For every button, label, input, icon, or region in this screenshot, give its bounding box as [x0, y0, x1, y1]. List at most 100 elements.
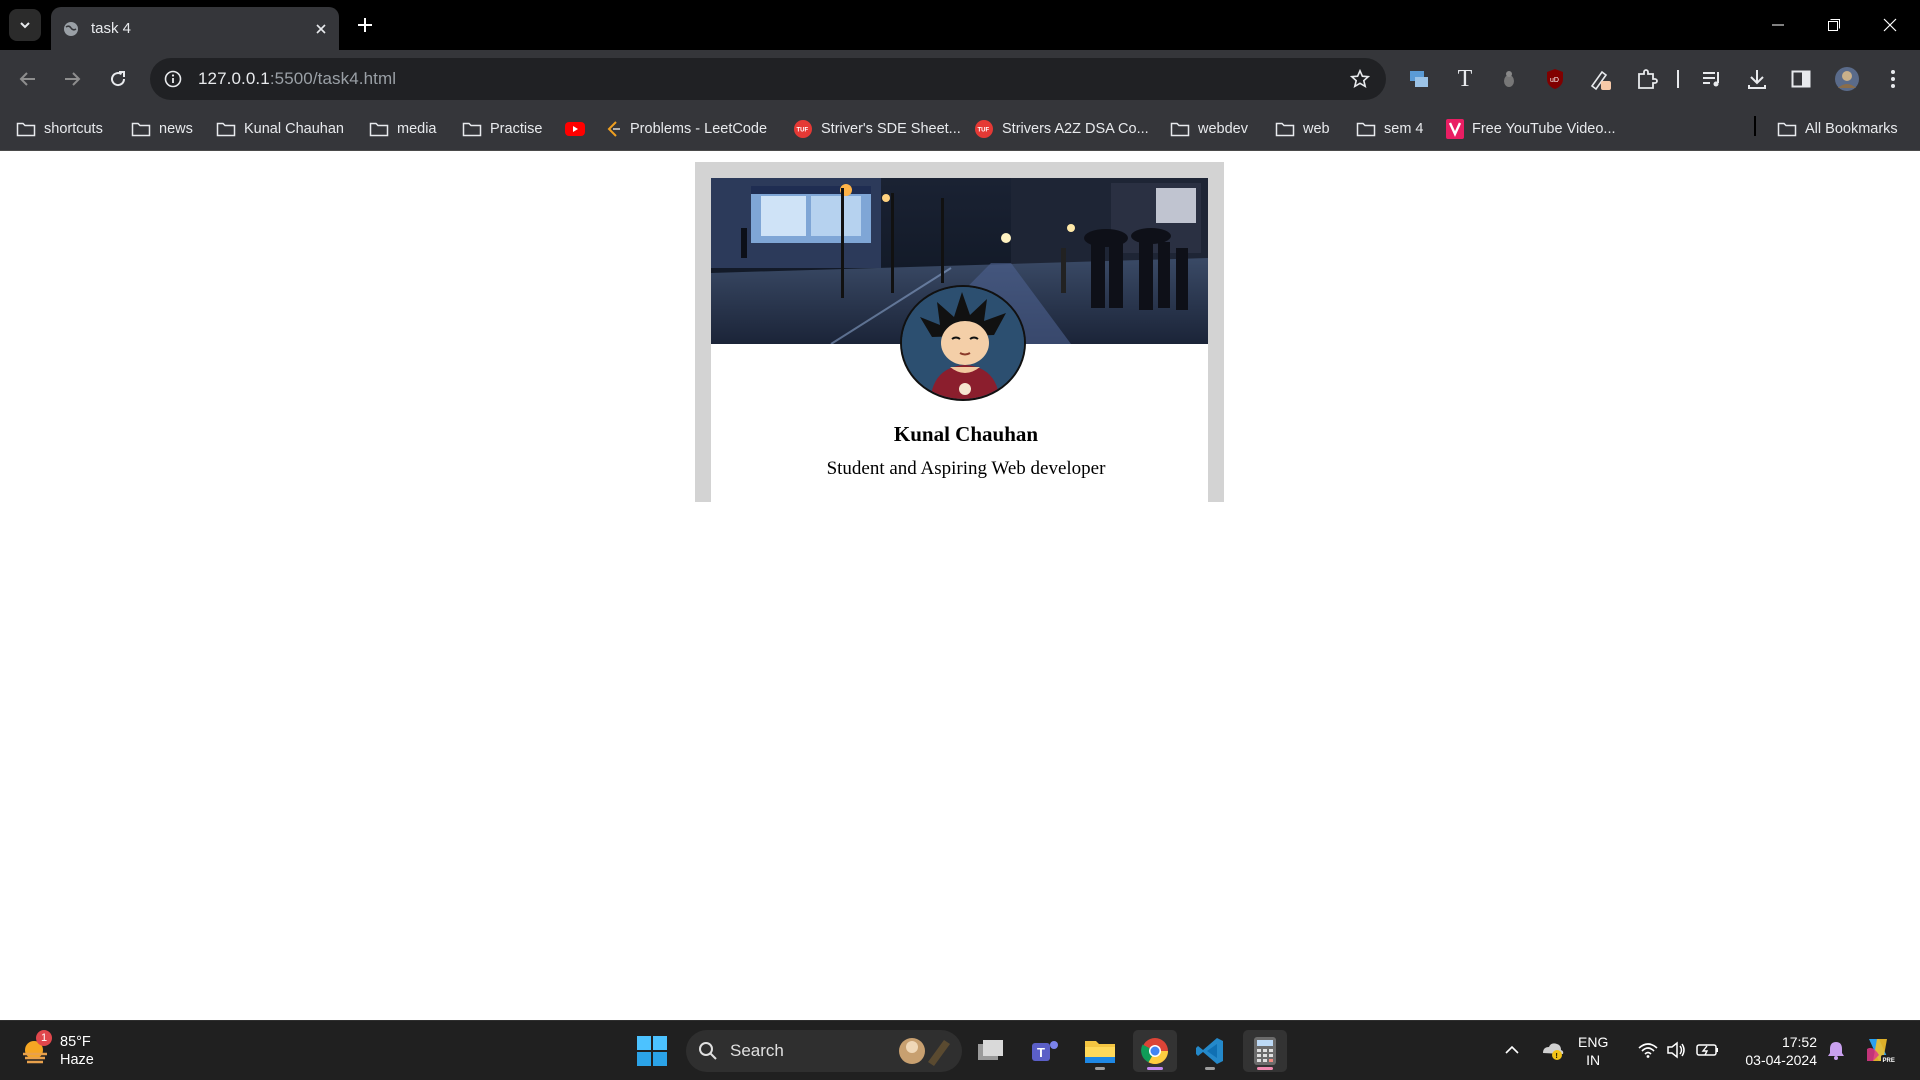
- windows-taskbar: 1 85°F Haze Search T ! ENG IN 17:52 03-0…: [0, 1020, 1920, 1080]
- bookmark-striver-a2z[interactable]: TUF Strivers A2Z DSA Co...: [974, 116, 1149, 142]
- folder-icon: [216, 122, 236, 137]
- taskbar-calculator[interactable]: [1243, 1030, 1287, 1072]
- queue-music-icon: [1703, 72, 1719, 87]
- avatar: [900, 285, 1026, 401]
- input-language-indicator[interactable]: ENG IN: [1578, 1033, 1608, 1069]
- bookmark-media[interactable]: media: [369, 116, 437, 142]
- close-icon[interactable]: [315, 23, 327, 35]
- volume-status[interactable]: [1664, 1035, 1688, 1065]
- teams-icon: T: [1032, 1041, 1058, 1061]
- profile-button[interactable]: [1832, 64, 1862, 94]
- bookmark-label: Problems - LeetCode: [630, 121, 768, 137]
- clock[interactable]: 17:52 03-04-2024: [1733, 1033, 1817, 1069]
- calculator-icon: [1254, 1037, 1276, 1065]
- profile-role: Student and Aspiring Web developer: [826, 458, 1106, 479]
- tuf-icon: TUF: [794, 120, 812, 138]
- download-icon: [1748, 70, 1766, 89]
- tab-task-4[interactable]: task 4: [51, 7, 339, 50]
- chevron-down-icon: [20, 22, 30, 29]
- active-indicator: [1257, 1067, 1273, 1070]
- bookmark-news[interactable]: news: [131, 116, 193, 142]
- site-info-icon[interactable]: [164, 70, 182, 88]
- bookmark-label: media: [397, 121, 437, 137]
- extension-ublock[interactable]: uD: [1540, 64, 1570, 94]
- restore-button[interactable]: [1806, 0, 1862, 50]
- svg-text:T: T: [1037, 1045, 1045, 1060]
- bookmark-webdev[interactable]: webdev: [1170, 116, 1248, 142]
- puzzle-icon: [1638, 69, 1658, 89]
- media-control-button[interactable]: [1697, 64, 1727, 94]
- bookmark-youtube[interactable]: [565, 116, 585, 142]
- chrome-menu-button[interactable]: [1878, 64, 1908, 94]
- copilot-button[interactable]: PRE: [1862, 1035, 1896, 1065]
- bookmark-striver-sde[interactable]: TUF Striver's SDE Sheet...: [793, 116, 961, 142]
- font-t-icon: T: [1457, 65, 1473, 92]
- extension-pen[interactable]: [1586, 64, 1616, 94]
- url-text: 127.0.0.1:5500/task4.html: [198, 69, 396, 89]
- active-indicator: [1147, 1067, 1163, 1070]
- folder-icon: [1356, 122, 1376, 137]
- reload-button[interactable]: [102, 63, 134, 95]
- leetcode-icon: [607, 121, 620, 137]
- battery-status[interactable]: [1694, 1035, 1722, 1065]
- bookmark-label: Strivers A2Z DSA Co...: [1002, 121, 1149, 137]
- tab-search-button[interactable]: [9, 9, 41, 41]
- start-button[interactable]: [636, 1035, 668, 1067]
- bookmark-label: web: [1303, 121, 1330, 137]
- side-panel-button[interactable]: [1786, 64, 1816, 94]
- tab-title: task 4: [91, 20, 132, 37]
- downloads-button[interactable]: [1742, 64, 1772, 94]
- browser-tab-strip: task 4: [0, 0, 1920, 50]
- minimize-button[interactable]: [1750, 0, 1806, 50]
- extension-font[interactable]: T: [1450, 64, 1480, 94]
- bookmark-shortcuts[interactable]: shortcuts: [16, 116, 103, 142]
- extension-dot-icon: [1504, 71, 1514, 87]
- folder-yellow-icon: [1085, 1041, 1115, 1063]
- search-label: Search: [730, 1041, 784, 1060]
- taskbar-vscode[interactable]: [1188, 1030, 1232, 1072]
- back-button[interactable]: [12, 63, 44, 95]
- lang-bottom: IN: [1586, 1052, 1601, 1068]
- taskbar-teams[interactable]: T: [1023, 1030, 1067, 1072]
- bookmark-practise[interactable]: Practise: [462, 116, 542, 142]
- bookmark-label: All Bookmarks: [1805, 121, 1898, 137]
- arrow-right-icon: [65, 72, 81, 86]
- notifications-button[interactable]: [1824, 1035, 1848, 1065]
- bookmark-sem-4[interactable]: sem 4: [1356, 116, 1424, 142]
- task-view-icon: [978, 1040, 1003, 1060]
- svg-text:!: !: [1556, 1053, 1558, 1060]
- battery-charging-icon: [1696, 1044, 1718, 1056]
- bookmark-v-icon: [1446, 119, 1464, 139]
- bookmark-web[interactable]: web: [1275, 116, 1330, 142]
- all-bookmarks[interactable]: All Bookmarks: [1777, 116, 1898, 142]
- clock-time: 17:52: [1781, 1034, 1817, 1050]
- onedrive-tray-icon[interactable]: !: [1538, 1035, 1566, 1065]
- close-window-button[interactable]: [1862, 0, 1918, 50]
- extensions-button[interactable]: [1632, 64, 1662, 94]
- bookmark-kunal-chauhan[interactable]: Kunal Chauhan: [216, 116, 344, 142]
- taskbar-task-view[interactable]: [968, 1030, 1012, 1072]
- taskbar-search-box[interactable]: Search: [686, 1030, 962, 1072]
- bookmark-star-button[interactable]: [1348, 67, 1372, 91]
- bookmark-label: Kunal Chauhan: [244, 121, 344, 137]
- lang-top: ENG: [1578, 1034, 1609, 1050]
- wifi-icon: [1638, 1043, 1658, 1058]
- taskbar-chrome[interactable]: [1133, 1030, 1177, 1072]
- folder-icon: [16, 122, 36, 137]
- profile-card: Kunal Chauhan Student and Aspiring Web d…: [711, 178, 1208, 502]
- weather-badge: 1: [36, 1030, 52, 1046]
- new-tab-button[interactable]: [352, 12, 378, 38]
- bookmark-leetcode[interactable]: Problems - LeetCode: [606, 116, 767, 142]
- show-hidden-icons-button[interactable]: [1500, 1035, 1524, 1065]
- forward-button[interactable]: [56, 63, 88, 95]
- globe-icon: [64, 21, 78, 36]
- wifi-status[interactable]: [1636, 1035, 1660, 1065]
- bookmark-free-youtube-video[interactable]: Free YouTube Video...: [1446, 116, 1616, 142]
- extension-translate[interactable]: [1404, 64, 1434, 94]
- address-bar[interactable]: 127.0.0.1:5500/task4.html: [150, 58, 1386, 100]
- search-highlight-icon: [899, 1038, 950, 1066]
- weather-widget[interactable]: 1 85°F Haze: [20, 1030, 94, 1071]
- bell-icon: [1828, 1042, 1844, 1060]
- taskbar-file-explorer[interactable]: [1078, 1030, 1122, 1072]
- extension-grey[interactable]: [1494, 64, 1524, 94]
